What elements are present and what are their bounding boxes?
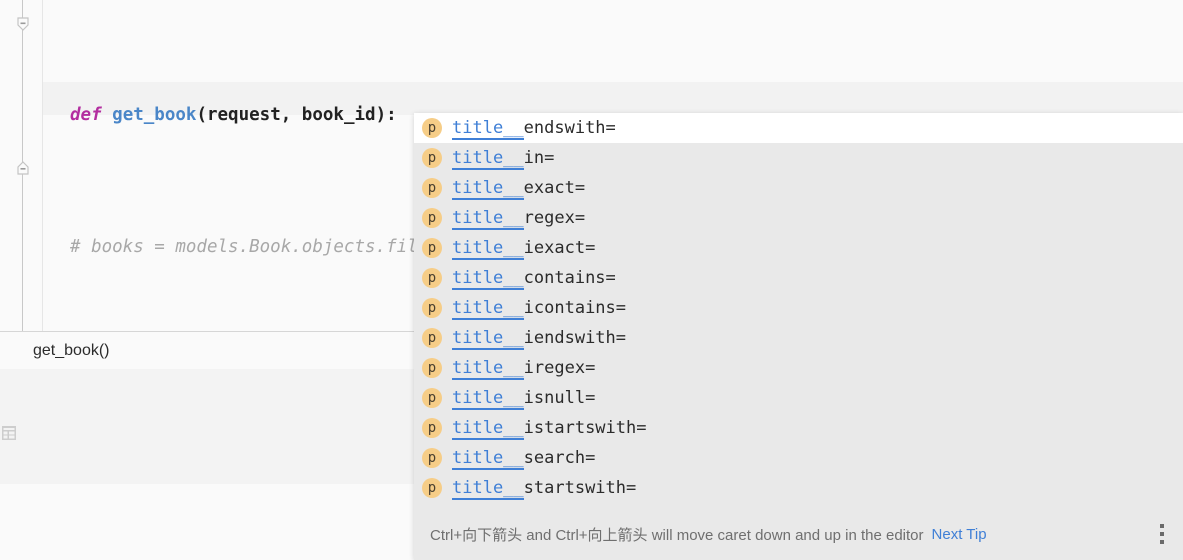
completion-item[interactable]: p title__endswith= [414,113,1183,143]
completion-item[interactable]: p title__icontains= [414,293,1183,323]
completion-item-suffix: isnull= [523,388,596,408]
kebab-dot-2 [1160,532,1164,536]
function-name-get-book: get_book [112,105,197,125]
completion-item-label: title__icontains= [452,298,627,320]
fold-collapse-down-icon[interactable] [15,16,31,32]
completion-item-suffix: startswith= [523,478,637,498]
code-completion-popup[interactable]: p title__endswith= p title__in= p title__exac… [414,113,1183,560]
completion-item-matched-prefix: title__ [452,448,524,470]
completion-item-matched-prefix: title__ [452,328,524,350]
completion-item[interactable]: p title__iendswith= [414,323,1183,353]
parameter-icon: p [422,478,442,498]
completion-item-label: title__regex= [452,208,586,230]
completion-item-suffix: exact= [523,178,586,198]
parameter-icon: p [422,388,442,408]
completion-item[interactable]: p title__iexact= [414,233,1183,263]
parameter-icon: p [422,238,442,258]
completion-item[interactable]: p title__regex= [414,203,1183,233]
completion-item[interactable]: p title__exact= [414,173,1183,203]
tip-text: Ctrl+向下箭头 and Ctrl+向上箭头 will move caret … [430,526,924,544]
completion-item-suffix: search= [523,448,596,468]
completion-item-label: title__in= [452,148,555,170]
completion-item-suffix: iexact= [523,238,596,258]
completion-item-suffix: iregex= [523,358,596,378]
kebab-dot-3 [1160,540,1164,544]
completion-item-label: title__iregex= [452,358,596,380]
completion-item-matched-prefix: title__ [452,298,524,320]
breadcrumb-item-get-book[interactable]: get_book() [33,342,110,360]
completion-item-suffix: icontains= [523,298,627,318]
completion-item-suffix: in= [523,148,555,168]
completion-item-matched-prefix: title__ [452,118,524,140]
completion-item-label: title__iendswith= [452,328,627,350]
completion-item-matched-prefix: title__ [452,238,524,260]
ide-editor-screen: def get_book(request, book_id): # books … [0,0,1183,560]
parameter-icon: p [422,268,442,288]
completion-item[interactable]: p title__iregex= [414,353,1183,383]
parameter-icon: p [422,298,442,318]
completion-item-matched-prefix: title__ [452,418,524,440]
completion-item-matched-prefix: title__ [452,358,524,380]
completion-item-matched-prefix: title__ [452,478,524,500]
kebab-menu-icon[interactable] [1153,521,1171,547]
completion-item-label: title__contains= [452,268,616,290]
completion-item-label: title__search= [452,448,596,470]
completion-item[interactable]: p title__startswith= [414,473,1183,503]
completion-item-matched-prefix: title__ [452,388,524,410]
parameter-icon: p [422,448,442,468]
completion-item[interactable]: p title__search= [414,443,1183,473]
parameter-icon: p [422,148,442,168]
completion-item[interactable]: p title__in= [414,143,1183,173]
editor-gutter[interactable] [0,0,43,331]
completion-item-suffix: contains= [523,268,616,288]
completion-item-suffix: istartswith= [523,418,647,438]
keyword-def: def [70,105,113,125]
completion-item[interactable]: p title__contains= [414,263,1183,293]
completion-item-suffix: endswith= [523,118,616,138]
parameter-icon: p [422,328,442,348]
completion-item-suffix: iendswith= [523,328,627,348]
completion-item[interactable]: p title__isnull= [414,383,1183,413]
completion-item-matched-prefix: title__ [452,148,524,170]
parameter-icon: p [422,118,442,138]
completion-item-suffix: regex= [523,208,586,228]
next-tip-link[interactable]: Next Tip [932,526,987,543]
parameter-icon: p [422,418,442,438]
completion-item-label: title__iexact= [452,238,596,260]
completion-item-label: title__startswith= [452,478,637,500]
completion-item-matched-prefix: title__ [452,208,524,230]
fold-collapse-up-icon[interactable] [15,160,31,176]
completion-item-matched-prefix: title__ [452,268,524,290]
completion-item-list[interactable]: p title__endswith= p title__in= p title__exac… [414,113,1183,508]
completion-tip-bar: Ctrl+向下箭头 and Ctrl+向上箭头 will move caret … [414,508,1183,560]
completion-item-label: title__exact= [452,178,586,200]
parameter-icon: p [422,208,442,228]
parameter-icon: p [422,358,442,378]
completion-item[interactable]: p title__istartswith= [414,413,1183,443]
structure-table-icon[interactable] [1,425,17,441]
function-signature-params: (request, book_id): [196,105,397,125]
completion-item-label: title__endswith= [452,118,616,140]
tool-window-strip[interactable] [0,425,22,560]
parameter-icon: p [422,178,442,198]
completion-item-label: title__istartswith= [452,418,647,440]
kebab-dot-1 [1160,524,1164,528]
completion-item-matched-prefix: title__ [452,178,524,200]
completion-item-label: title__isnull= [452,388,596,410]
